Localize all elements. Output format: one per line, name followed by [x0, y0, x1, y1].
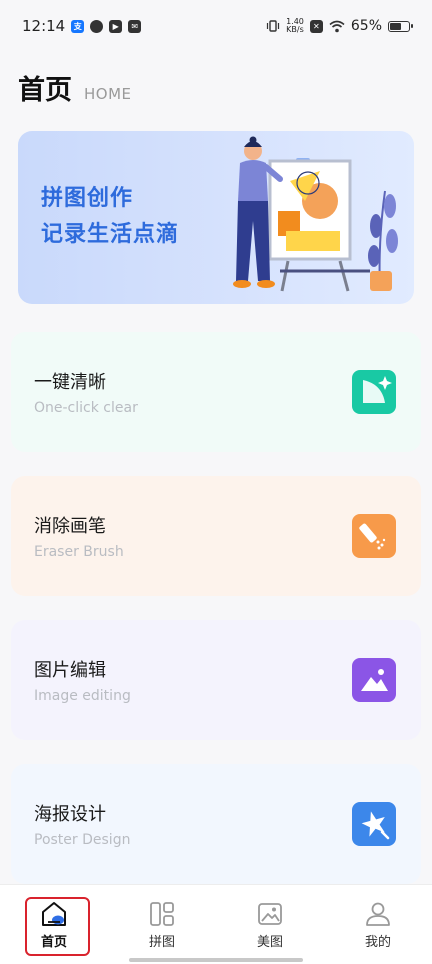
feature-title: 一键清晰 [34, 372, 106, 393]
collage-icon [150, 902, 174, 926]
feature-subtitle: Poster Design [34, 832, 131, 848]
banner-text: 拼图创作 记录生活点滴 [41, 181, 179, 253]
feature-card-one-click-clear[interactable]: 一键清晰 One-click clear [11, 332, 421, 452]
status-bar: 12:14 支 ▶ ✉ 1.40 KB/s ✕ 65% [0, 0, 432, 52]
nav-label: 美图 [256, 935, 283, 950]
feature-subtitle: Eraser Brush [34, 544, 124, 560]
feature-card-image-editing[interactable]: 图片编辑 Image editing [11, 620, 421, 740]
feature-subtitle: One-click clear [34, 400, 138, 416]
vibrate-icon [266, 20, 280, 32]
profile-icon [366, 902, 390, 926]
page-header: 首页 HOME [18, 68, 132, 107]
net-speed-unit: KB/s [286, 25, 304, 34]
net-speed: 1.40 KB/s [286, 18, 304, 34]
artist-illustration [233, 136, 398, 292]
status-right: 1.40 KB/s ✕ 65% [266, 18, 413, 34]
page-subtitle: HOME [84, 85, 132, 103]
feature-card-poster-design[interactable]: 海报设计 Poster Design [11, 764, 421, 884]
no-sim-icon: ✕ [309, 19, 323, 33]
play-icon: ▶ [109, 19, 123, 33]
gallery-icon [258, 903, 282, 925]
feature-card-eraser-brush[interactable]: 消除画笔 Eraser Brush [11, 476, 421, 596]
banner-line-2: 记录生活点滴 [41, 222, 180, 247]
status-time: 12:14 [22, 17, 66, 35]
battery-icon [388, 20, 413, 32]
eraser-brush-icon [352, 514, 396, 558]
feature-title: 消除画笔 [34, 516, 106, 537]
battery-percent: 65% [350, 18, 382, 34]
app-swirl-icon [90, 19, 104, 33]
nav-item-profile[interactable]: 我的 [324, 885, 432, 964]
feature-title: 图片编辑 [34, 660, 106, 681]
nav-item-gallery[interactable]: 美图 [216, 885, 324, 964]
wifi-icon [329, 20, 345, 32]
nav-item-collage[interactable]: 拼图 [108, 885, 216, 964]
message-icon: ✉ [128, 19, 142, 33]
battery-fill [390, 22, 401, 30]
feature-subtitle: Image editing [34, 688, 131, 704]
page-title: 首页 [18, 75, 72, 106]
poster-star-icon [352, 802, 396, 846]
banner-line-1: 拼图创作 [41, 186, 134, 211]
image-edit-icon [352, 658, 396, 702]
home-indicator[interactable] [129, 958, 303, 962]
selected-nav-highlight [25, 897, 90, 956]
sparkle-icon [352, 370, 396, 414]
feature-title: 海报设计 [34, 804, 106, 825]
promo-banner[interactable]: 拼图创作 记录生活点滴 [18, 131, 414, 304]
status-left: 12:14 支 ▶ ✉ [22, 17, 142, 35]
nav-label: 我的 [364, 935, 391, 950]
alipay-icon: 支 [71, 19, 85, 33]
nav-label: 拼图 [148, 935, 175, 950]
